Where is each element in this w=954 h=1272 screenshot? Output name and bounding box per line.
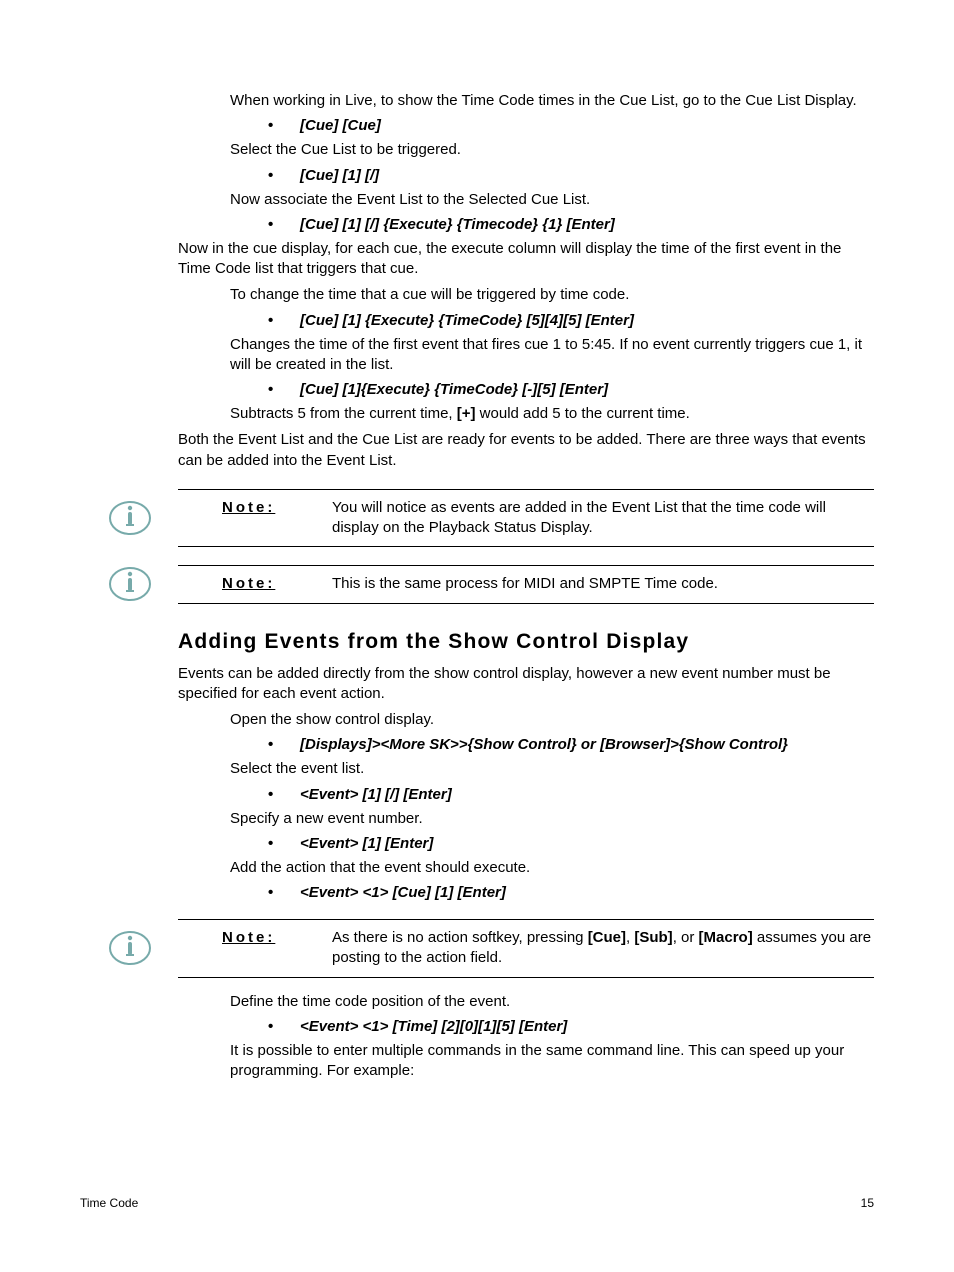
paragraph: Now in the cue display, for each cue, th…	[178, 239, 874, 280]
footer-section-title: Time Code	[80, 1196, 138, 1210]
command-text: [Cue] [1] {Execute} {TimeCode} [5][4][5]…	[300, 312, 634, 329]
note-text: As there is no action softkey, pressing …	[332, 928, 874, 969]
paragraph: Changes the time of the first event that…	[230, 335, 874, 376]
note-block: Note: This is the same process for MIDI …	[178, 565, 874, 603]
page-footer: Time Code 15	[80, 1196, 874, 1210]
command-text: [Cue] [1]{Execute} {TimeCode} [-][5] [En…	[300, 381, 608, 398]
note-label: Note:	[222, 928, 302, 946]
key-label: [Sub]	[634, 929, 672, 946]
paragraph: Subtracts 5 from the current time, [+] w…	[230, 404, 874, 424]
key-label: [Cue]	[588, 929, 626, 946]
section-heading: Adding Events from the Show Control Disp…	[178, 630, 874, 654]
note-text: This is the same process for MIDI and SM…	[332, 574, 874, 594]
info-icon	[108, 930, 152, 966]
command-text: <Event> [1] [Enter]	[300, 835, 433, 852]
paragraph: Open the show control display.	[230, 710, 874, 730]
note-label: Note:	[222, 574, 302, 592]
paragraph: Add the action that the event should exe…	[230, 858, 874, 878]
paragraph: Both the Event List and the Cue List are…	[178, 430, 874, 471]
text-segment: would add 5 to the current time.	[476, 405, 690, 422]
command-text: <Event> <1> [Time] [2][0][1][5] [Enter]	[300, 1018, 567, 1035]
page-number: 15	[861, 1196, 874, 1210]
key-label: [+]	[457, 405, 476, 422]
note-label: Note:	[222, 498, 302, 516]
paragraph: Specify a new event number.	[230, 809, 874, 829]
command-text: [Cue] [1] [/]	[300, 167, 379, 184]
command-text: <Event> <1> [Cue] [1] [Enter]	[300, 884, 506, 901]
text-segment: As there is no action softkey, pressing	[332, 929, 588, 946]
paragraph: Select the Cue List to be triggered.	[230, 140, 874, 160]
command-text: <Event> [1] [/] [Enter]	[300, 786, 452, 803]
command-text: [Cue] [1] [/] {Execute} {Timecode} {1} […	[300, 216, 615, 233]
text-segment: Subtracts 5 from the current time,	[230, 405, 457, 422]
key-label: [Macro]	[699, 929, 753, 946]
paragraph: Events can be added directly from the sh…	[178, 664, 874, 705]
command-text: [Displays]><More SK>>{Show Control} or […	[300, 736, 788, 753]
page-body: When working in Live, to show the Time C…	[178, 91, 874, 1081]
info-icon	[108, 566, 152, 602]
note-text: You will notice as events are added in t…	[332, 498, 874, 539]
info-icon	[108, 500, 152, 536]
note-block: Note: You will notice as events are adde…	[178, 489, 874, 548]
command-text: [Cue] [Cue]	[300, 117, 381, 134]
paragraph: Now associate the Event List to the Sele…	[230, 190, 874, 210]
paragraph: It is possible to enter multiple command…	[230, 1041, 874, 1082]
note-block: Note: As there is no action softkey, pre…	[178, 919, 874, 978]
paragraph: When working in Live, to show the Time C…	[230, 91, 874, 111]
paragraph: Define the time code position of the eve…	[230, 992, 874, 1012]
paragraph: To change the time that a cue will be tr…	[230, 285, 874, 305]
paragraph: Select the event list.	[230, 759, 874, 779]
text-segment: , or	[673, 929, 699, 946]
